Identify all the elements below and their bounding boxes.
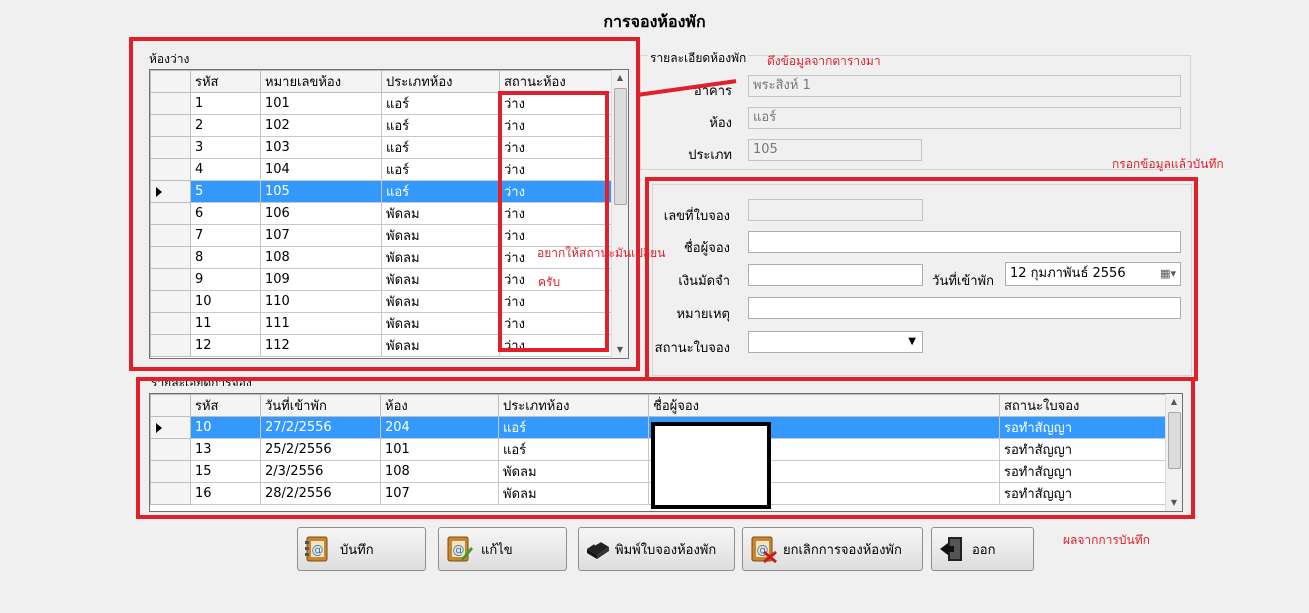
save-button[interactable]: @ บันทึก [297,527,426,571]
annotation-status-change-text-2: ครับ [538,275,561,289]
print-booking-button-label: พิมพ์ใบจองห้องพัก [615,542,717,558]
cancel-booking-button-label: ยกเลิกการจองห้องพัก [783,542,902,558]
room-detail-group-label: รายละเอียดห้องพัก [648,49,749,68]
type-label: ประเภท [688,148,732,163]
address-book-delete-icon: @ [749,535,777,564]
annotation-status-change-text: อยากให้สถานะมันเปลี่ยน [537,246,666,260]
exit-button[interactable]: ออก [931,527,1034,571]
exit-door-icon [938,535,966,563]
building-field[interactable]: พระสิงห์ 1 [748,75,1181,97]
edit-button[interactable]: @ แก้ไข [438,527,567,571]
cancel-booking-button[interactable]: @ ยกเลิกการจองห้องพัก [742,527,923,571]
annotation-fetch-text: ดึงข้อมูลจากตารางมา [767,54,881,68]
window-title: การจองห้องพัก [603,12,706,31]
svg-text:@: @ [312,543,324,557]
edit-button-label: แก้ไข [481,542,513,558]
address-book-edit-icon: @ [445,535,473,563]
type-field[interactable]: 105 [748,139,922,161]
annotation-box-status-column [498,91,609,352]
annotation-box-bookings [136,377,1195,519]
svg-text:@: @ [453,543,465,557]
room-field[interactable]: แอร์ [748,107,1181,129]
print-booking-button[interactable]: พิมพ์ใบจองห้องพัก [578,527,735,571]
address-book-save-icon: @ [304,535,332,563]
exit-button-label: ออก [972,542,996,558]
save-button-label: บันทึก [340,542,374,558]
annotation-box-form [645,177,1198,381]
annotation-fill-save-text: กรอกข้อมูลแล้วบันทึก [1112,157,1224,171]
room-label: ห้อง [709,116,732,131]
annotation-result-text: ผลจากการบันทึก [1063,533,1150,547]
printer-icon [583,535,611,563]
